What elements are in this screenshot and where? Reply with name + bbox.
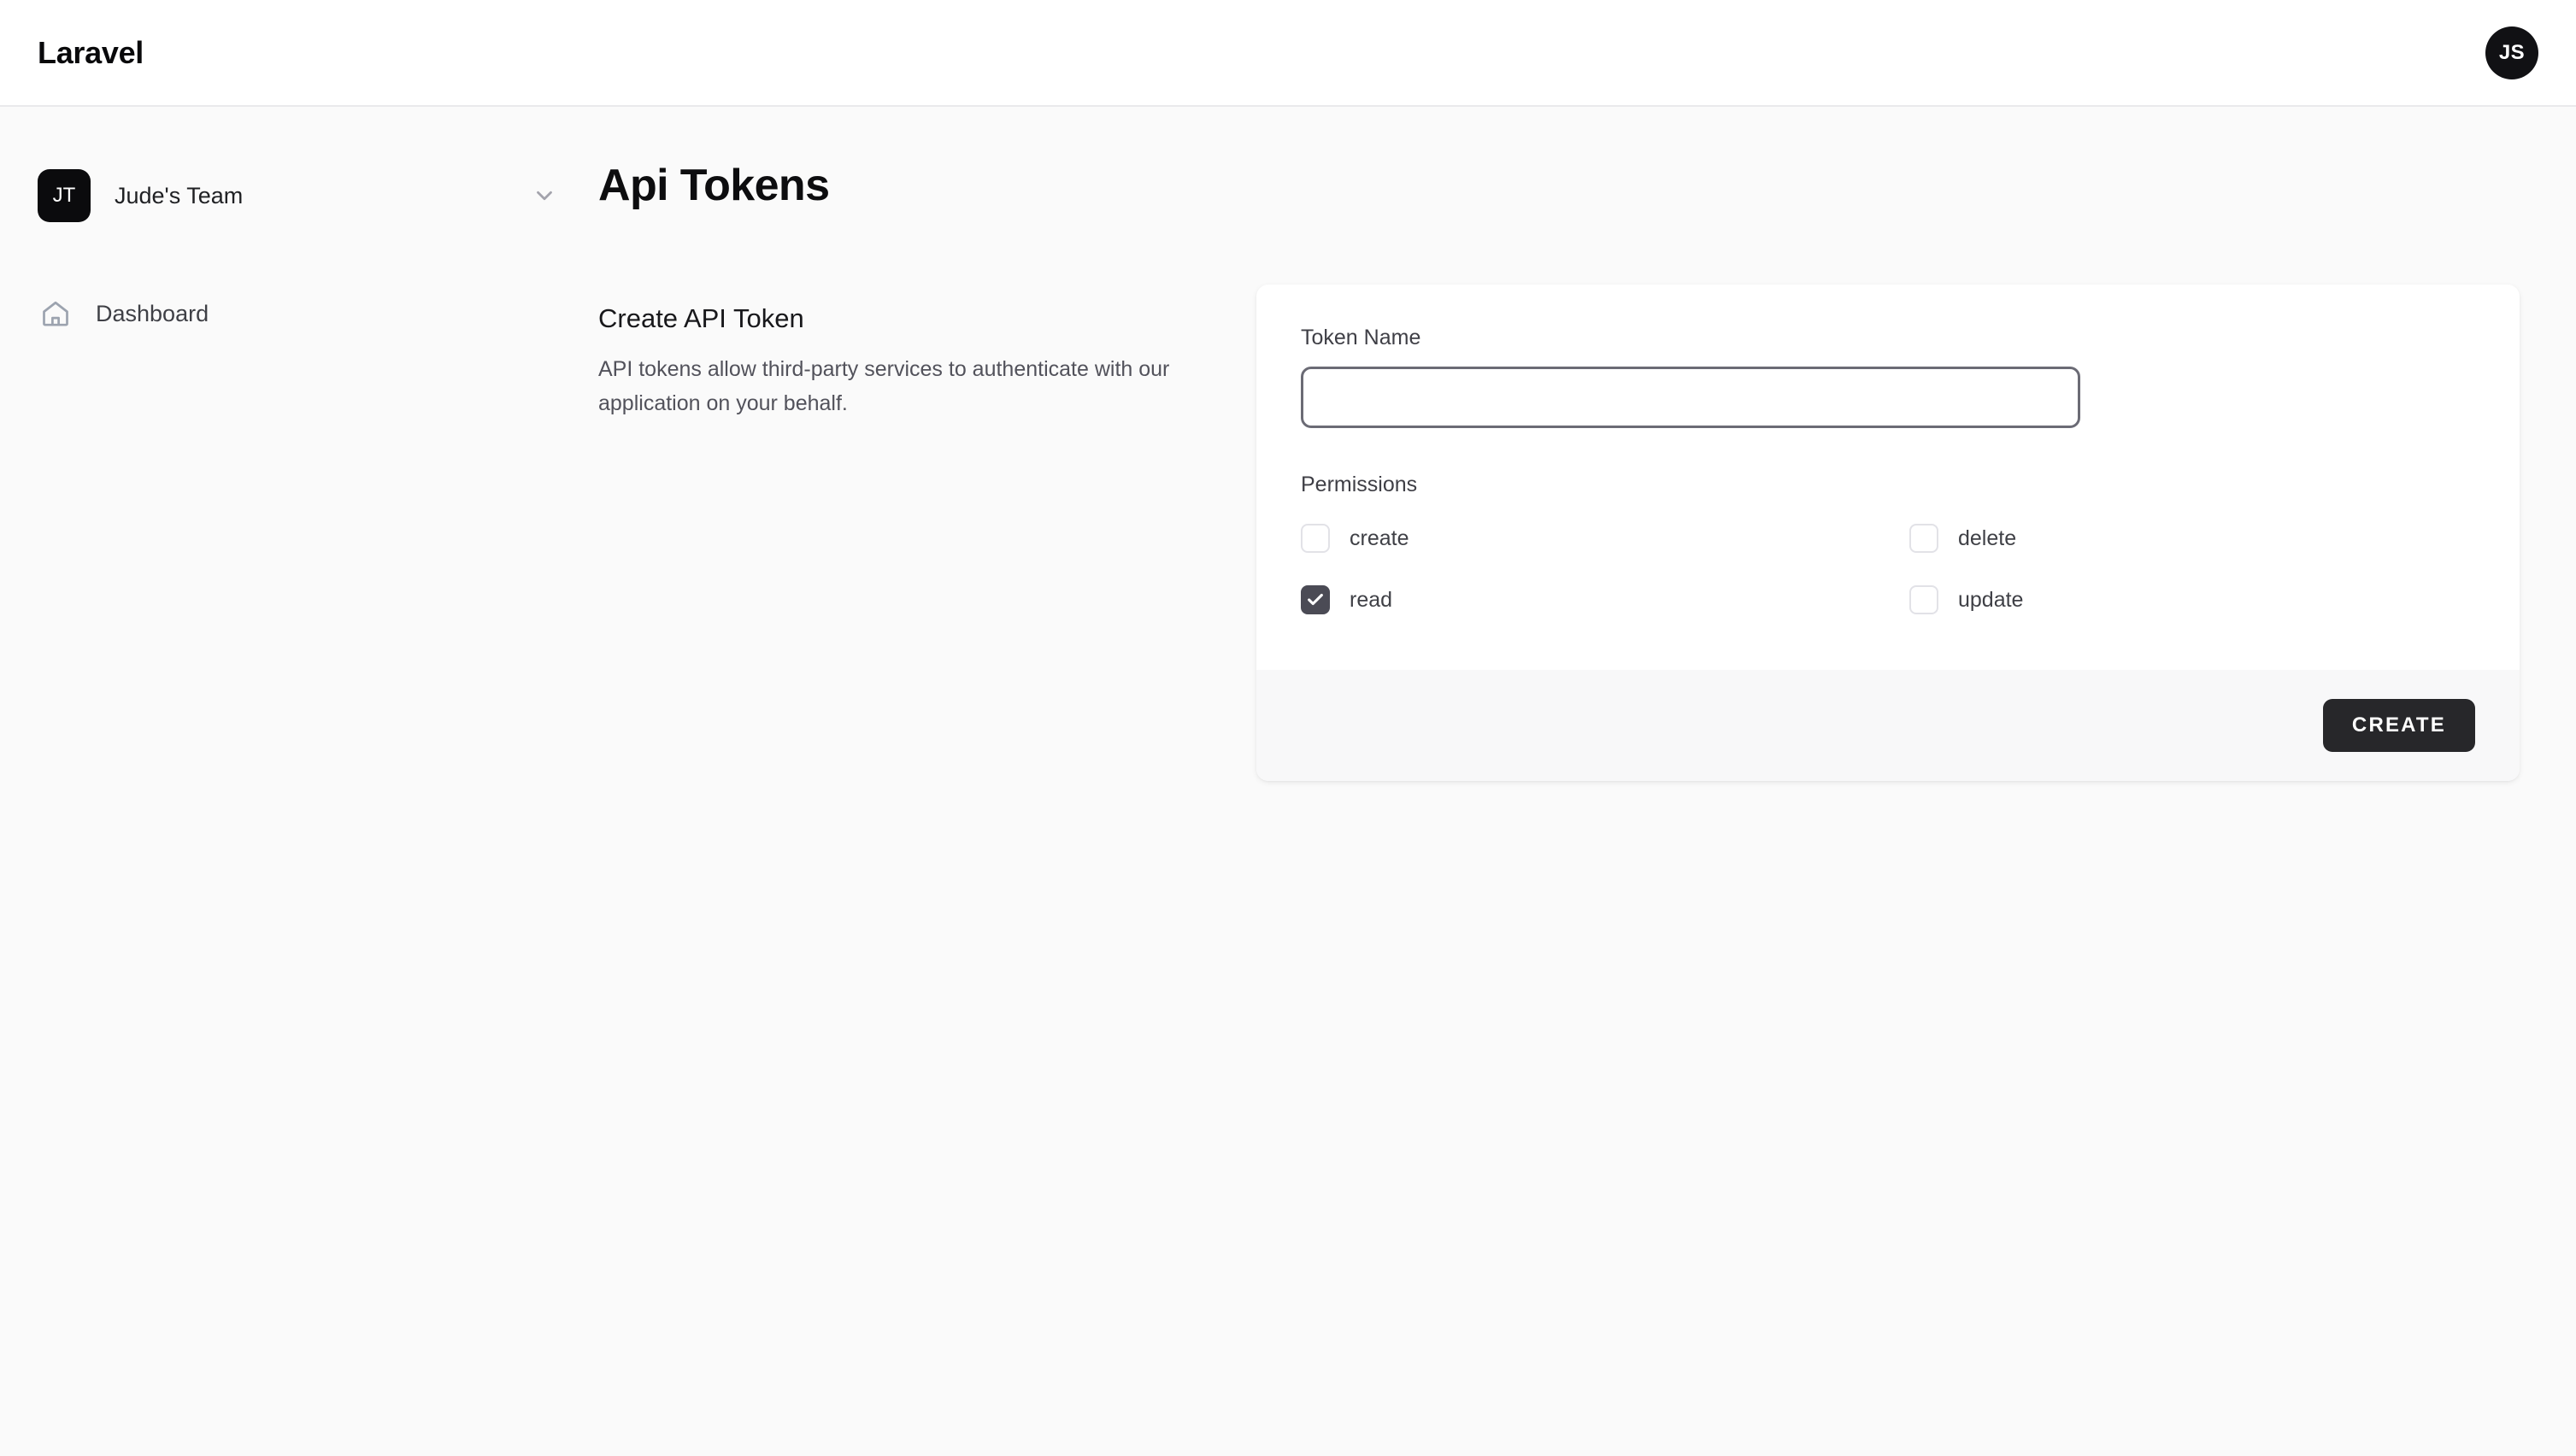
avatar[interactable]: JS (2485, 26, 2538, 79)
checkbox-create[interactable] (1301, 524, 1330, 553)
section-body-text: API tokens allow third-party services to… (598, 357, 1170, 415)
checkbox-delete[interactable] (1909, 524, 1938, 553)
main-content: Api Tokens Create API Token API tokens a… (598, 107, 2576, 781)
token-name-input[interactable] (1301, 367, 2080, 428)
create-button[interactable]: CREATE (2322, 699, 2475, 752)
permissions-grid: create delete read update (1301, 516, 2475, 622)
home-icon (38, 296, 74, 332)
permission-label-create: create (1350, 525, 1409, 550)
permission-label-read: read (1350, 587, 1393, 612)
top-navigation-bar: Laravel JS (0, 0, 2576, 107)
permission-label-delete: delete (1958, 525, 2017, 550)
team-switcher[interactable]: JT Jude's Team (0, 168, 598, 223)
permission-item-create[interactable]: create (1301, 516, 1909, 561)
permission-item-delete[interactable]: delete (1909, 516, 2518, 561)
chevron-down-icon (532, 183, 557, 208)
team-badge: JT (38, 169, 91, 222)
permission-label-update: update (1958, 587, 2024, 612)
create-token-card: Token Name Permissions create delete rea… (1256, 285, 2520, 781)
permissions-label: Permissions (1301, 473, 1418, 496)
card-body: Token Name Permissions create delete rea… (1256, 285, 2520, 670)
section-description: Create API Token API tokens allow third-… (598, 285, 1256, 420)
page-title: Api Tokens (598, 161, 830, 210)
sidebar-item-label: Dashboard (96, 300, 209, 326)
section-title: Create API Token (598, 303, 804, 333)
checkbox-update[interactable] (1909, 585, 1938, 614)
permission-item-update[interactable]: update (1909, 578, 2518, 622)
create-token-section: Create API Token API tokens allow third-… (598, 285, 2520, 781)
sidebar: JT Jude's Team Dashboard (0, 107, 598, 338)
sidebar-item-dashboard[interactable]: Dashboard (0, 290, 598, 338)
team-name: Jude's Team (115, 182, 244, 208)
app-logo[interactable]: Laravel (38, 35, 144, 71)
app-shell: JT Jude's Team Dashboard Api Tokens Crea… (0, 107, 2576, 1456)
sidebar-nav: Dashboard (0, 290, 598, 338)
checkbox-read[interactable] (1301, 585, 1330, 614)
card-footer: CREATE (1256, 670, 2520, 781)
permission-item-read[interactable]: read (1301, 578, 1909, 622)
token-name-label: Token Name (1301, 326, 1421, 349)
